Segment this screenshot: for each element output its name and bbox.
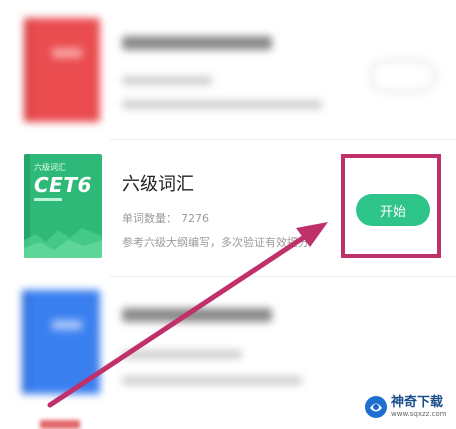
blurred-description	[122, 376, 302, 385]
blurred-start-button[interactable]	[370, 60, 436, 92]
cover-wave-decoration	[24, 228, 102, 258]
blurred-count	[122, 350, 242, 359]
word-count-label: 单词数量：	[122, 212, 177, 225]
blurred-count	[122, 76, 212, 85]
blurred-title	[122, 308, 272, 322]
blurred-description	[122, 100, 322, 109]
wordbook-list: 六级词汇 CET6 六级词汇 单词数量： 7276 参考六级大纲编写，多次验证有效…	[0, 0, 456, 429]
watermark-logo-icon	[365, 396, 387, 418]
book-description: 参考六级大纲编写，多次验证有效提分	[122, 236, 309, 249]
watermark-name: 神奇下载	[391, 394, 444, 410]
start-button[interactable]: 开始	[356, 194, 430, 226]
divider	[110, 139, 456, 140]
book-cover-blue	[22, 290, 100, 394]
divider	[110, 276, 456, 277]
word-count-value: 7276	[181, 212, 209, 225]
blurred-title	[122, 36, 272, 50]
next-book-cover-edge	[40, 420, 80, 429]
cover-title: CET6	[34, 173, 92, 197]
book-title: 六级词汇	[122, 174, 194, 195]
watermark-url: www.sqxzz.com	[391, 409, 447, 418]
cover-brand: 六级词汇	[34, 163, 66, 172]
watermark: 神奇下载 www.sqxzz.com	[364, 390, 452, 424]
book-cover-red	[24, 18, 100, 122]
cet6-book-cover: 六级词汇 CET6	[24, 154, 102, 258]
word-count: 单词数量： 7276	[122, 210, 209, 226]
